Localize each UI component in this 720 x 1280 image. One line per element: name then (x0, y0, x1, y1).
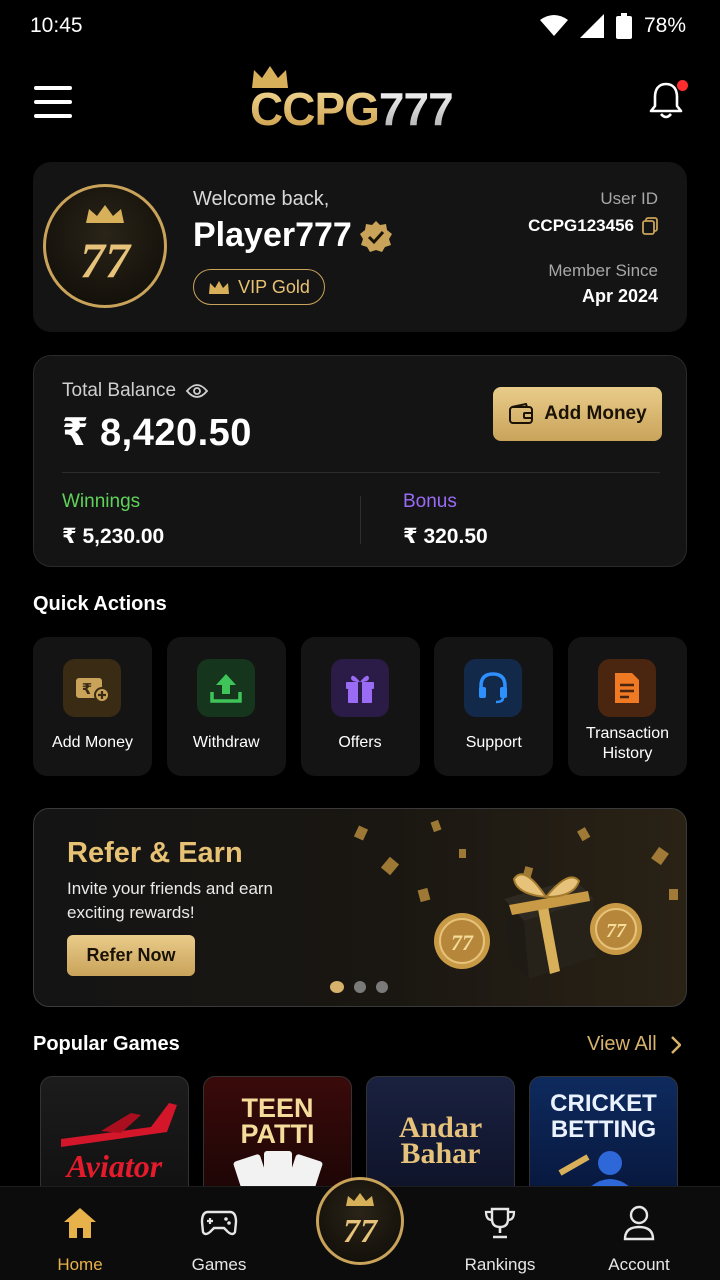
document-icon (598, 659, 656, 717)
popular-games-title: Popular Games (33, 1033, 180, 1055)
balance-card: Total Balance ₹ 8,420.50 Add Money Winni… (33, 355, 687, 567)
profile-card: 77 Welcome back, Player777 VIP Gold User… (33, 162, 687, 332)
carousel-dot[interactable] (330, 981, 344, 993)
user-id-row: CCPG123456 (528, 216, 658, 236)
games-row: Aviator TEEN PATTI Andar Bahar CRICKET B… (40, 1076, 680, 1186)
carousel-dots (330, 981, 388, 993)
welcome-text: Welcome back, (193, 188, 330, 210)
add-money-button[interactable]: Add Money (493, 387, 662, 441)
center-home-logo[interactable]: 77 (316, 1177, 404, 1265)
total-balance-label: Total Balance (62, 380, 209, 402)
quick-action-add-money[interactable]: ₹ Add Money (33, 637, 152, 776)
svg-text:77: 77 (451, 930, 474, 955)
eye-icon[interactable] (186, 383, 209, 399)
refer-banner[interactable]: Refer & Earn Invite your friends and ear… (33, 808, 687, 1007)
nav-account[interactable]: Account (584, 1203, 694, 1275)
wifi-icon (539, 15, 568, 36)
upload-icon (196, 659, 255, 717)
user-icon (623, 1205, 655, 1241)
menu-icon (34, 86, 72, 90)
svg-text:77: 77 (343, 1213, 379, 1250)
bonus-value: ₹ 320.50 (403, 525, 488, 548)
quick-actions-title: Quick Actions (33, 593, 167, 615)
app-logo: CCPG777 (250, 64, 470, 144)
logo-text: CCPG777 (250, 83, 454, 135)
carousel-dot[interactable] (354, 981, 366, 993)
battery-percent: 78% (643, 14, 686, 37)
coin-right: 77 (590, 903, 642, 955)
carousel-dot[interactable] (376, 981, 388, 993)
notification-button[interactable] (648, 80, 688, 122)
notification-badge (677, 80, 688, 91)
logo-emblem: 77 (343, 1193, 379, 1250)
winnings-label: Winnings (62, 491, 141, 512)
game-card-cricket-betting[interactable]: CRICKET BETTING (529, 1076, 678, 1186)
gift-box (504, 873, 596, 979)
avatar[interactable]: 77 (43, 184, 167, 308)
divider (62, 472, 660, 473)
cricket-player-icon (558, 1151, 629, 1186)
cards-icon (233, 1151, 323, 1186)
battery-icon (615, 13, 632, 39)
quick-actions-grid: ₹ Add Money Withdraw Offers Support Tran… (33, 637, 687, 776)
signal-icon (579, 14, 604, 38)
refer-subtitle: Invite your friends and earn exciting re… (67, 879, 274, 922)
user-id-label: User ID (600, 189, 658, 208)
nav-rankings[interactable]: Rankings (445, 1203, 555, 1275)
svg-text:₹: ₹ (82, 681, 92, 698)
svg-text:77: 77 (606, 920, 627, 942)
quick-action-transaction-history[interactable]: Transaction History (568, 637, 687, 776)
quick-action-offers[interactable]: Offers (300, 637, 420, 776)
gift-coins-illustration: 77 77 (353, 819, 678, 979)
home-icon (64, 1208, 96, 1238)
bonus-label: Bonus (403, 491, 457, 512)
status-time: 10:45 (30, 14, 83, 37)
refer-title: Refer & Earn (67, 837, 243, 869)
winnings-value: ₹ 5,230.00 (62, 525, 165, 548)
chevron-right-icon (670, 1035, 681, 1054)
nav-games[interactable]: Games (164, 1203, 274, 1275)
quick-action-withdraw[interactable]: Withdraw (166, 637, 286, 776)
player-name: Player777 (193, 216, 352, 254)
menu-button[interactable] (34, 86, 72, 118)
coin-left: 77 (434, 913, 490, 969)
copy-icon[interactable] (642, 217, 658, 235)
game-card-andar-bahar[interactable]: Andar Bahar (366, 1076, 515, 1186)
member-since-value: Apr 2024 (581, 286, 658, 306)
game-card-teen-patti[interactable]: TEEN PATTI (203, 1076, 352, 1186)
svg-text:77: 77 (80, 232, 132, 288)
divider (360, 496, 361, 544)
wallet-plus-icon: ₹ (63, 659, 121, 717)
headset-icon (464, 659, 523, 717)
crown-icon (209, 281, 230, 294)
total-balance-amount: ₹ 8,420.50 (62, 412, 252, 454)
status-icons: 78% (539, 13, 686, 39)
vip-badge: VIP Gold (193, 269, 325, 305)
nav-home[interactable]: Home (25, 1203, 135, 1275)
wallet-icon (509, 403, 534, 424)
trophy-icon (484, 1207, 516, 1239)
view-all-link[interactable]: View All (587, 1033, 681, 1056)
refer-now-button[interactable]: Refer Now (67, 935, 195, 976)
status-bar: 10:45 78% (0, 0, 720, 52)
app-header: CCPG777 (0, 60, 720, 144)
user-id-value: CCPG123456 (528, 216, 634, 235)
gift-icon (330, 659, 389, 717)
member-since-label: Member Since (548, 261, 658, 280)
bottom-nav: Home Games 77 Rankings Account (0, 1177, 720, 1280)
avatar-emblem: 77 (80, 205, 132, 288)
gamepad-icon (200, 1210, 238, 1236)
verified-icon (360, 221, 392, 252)
quick-action-support[interactable]: Support (434, 637, 554, 776)
game-card-aviator[interactable]: Aviator (40, 1076, 189, 1186)
